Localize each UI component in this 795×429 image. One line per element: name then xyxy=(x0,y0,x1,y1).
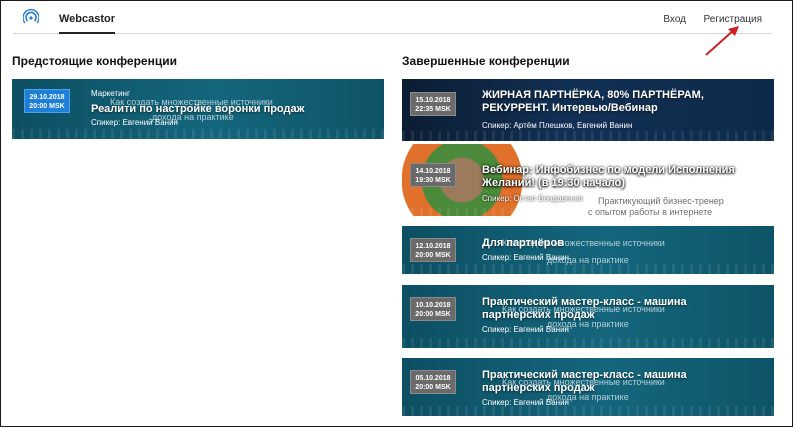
card-background-text-2: с опытом работы в интернете xyxy=(588,207,713,217)
red-arrow-annotation xyxy=(705,26,739,56)
completed-section-title: Завершенные конференции xyxy=(402,54,570,68)
brand-tab[interactable]: Webcastor xyxy=(59,13,116,34)
date-badge: 15.10.2018 22:35 MSK xyxy=(410,92,456,116)
card-title: Вебинар: Инфобизнес по модели Исполнения… xyxy=(482,164,735,189)
card-background-text: Практикующий бизнес-тренер xyxy=(598,196,724,206)
date-badge: 29.10.2018 20:00 MSK xyxy=(24,89,70,113)
card-speaker: Спикер: Евгений Ванин xyxy=(482,325,569,334)
card-speaker: Спикер: Остап Бондаренко xyxy=(482,194,583,203)
card-speaker: Спикер: Евгений Ванин xyxy=(482,398,569,407)
page-frame: Webcastor Вход Регистрация Предстоящие к… xyxy=(0,0,793,427)
date-badge: 10.10.2018 20:00 MSK xyxy=(410,297,456,321)
card-title: ЖИРНАЯ ПАРТНЁРКА, 80% ПАРТНЁРАМ, РЕКУРРЕ… xyxy=(482,89,704,114)
completed-card[interactable]: 14.10.2018 19:30 MSK Вебинар: Инфобизнес… xyxy=(402,144,774,218)
card-background-text: Как создать множественные источники xyxy=(502,377,665,387)
completed-card[interactable]: 15.10.2018 22:35 MSK ЖИРНАЯ ПАРТНЁРКА, 8… xyxy=(402,79,774,141)
top-navbar: Webcastor Вход Регистрация xyxy=(13,5,772,34)
completed-card[interactable]: 05.10.2018 20:00 MSK Практический мастер… xyxy=(402,358,774,416)
webcastor-logo-icon[interactable] xyxy=(23,9,39,25)
card-background-text: Как создать множественные источники xyxy=(502,304,665,314)
date-badge: 14.10.2018 19:30 MSK xyxy=(410,163,456,187)
date-badge: 12.10.2018 20:00 MSK xyxy=(410,238,456,262)
upcoming-card[interactable]: 29.10.2018 20:00 MSK Маркетинг Как созда… xyxy=(12,79,384,139)
card-speaker: Спикер: Артём Плешков, Евгений Ванин xyxy=(482,121,633,130)
card-speaker: Спикер: Евгений Ванин xyxy=(91,118,178,127)
login-link[interactable]: Вход xyxy=(663,14,686,25)
completed-card[interactable]: 12.10.2018 20:00 MSK Как создать множест… xyxy=(402,226,774,274)
card-background-text-2: дохода на практике xyxy=(547,255,629,265)
card-title: Для партнёров xyxy=(482,237,564,249)
upcoming-section-title: Предстоящие конференции xyxy=(12,54,177,68)
date-badge: 05.10.2018 20:00 MSK xyxy=(410,370,456,394)
completed-card[interactable]: 10.10.2018 20:00 MSK Практический мастер… xyxy=(402,285,774,348)
